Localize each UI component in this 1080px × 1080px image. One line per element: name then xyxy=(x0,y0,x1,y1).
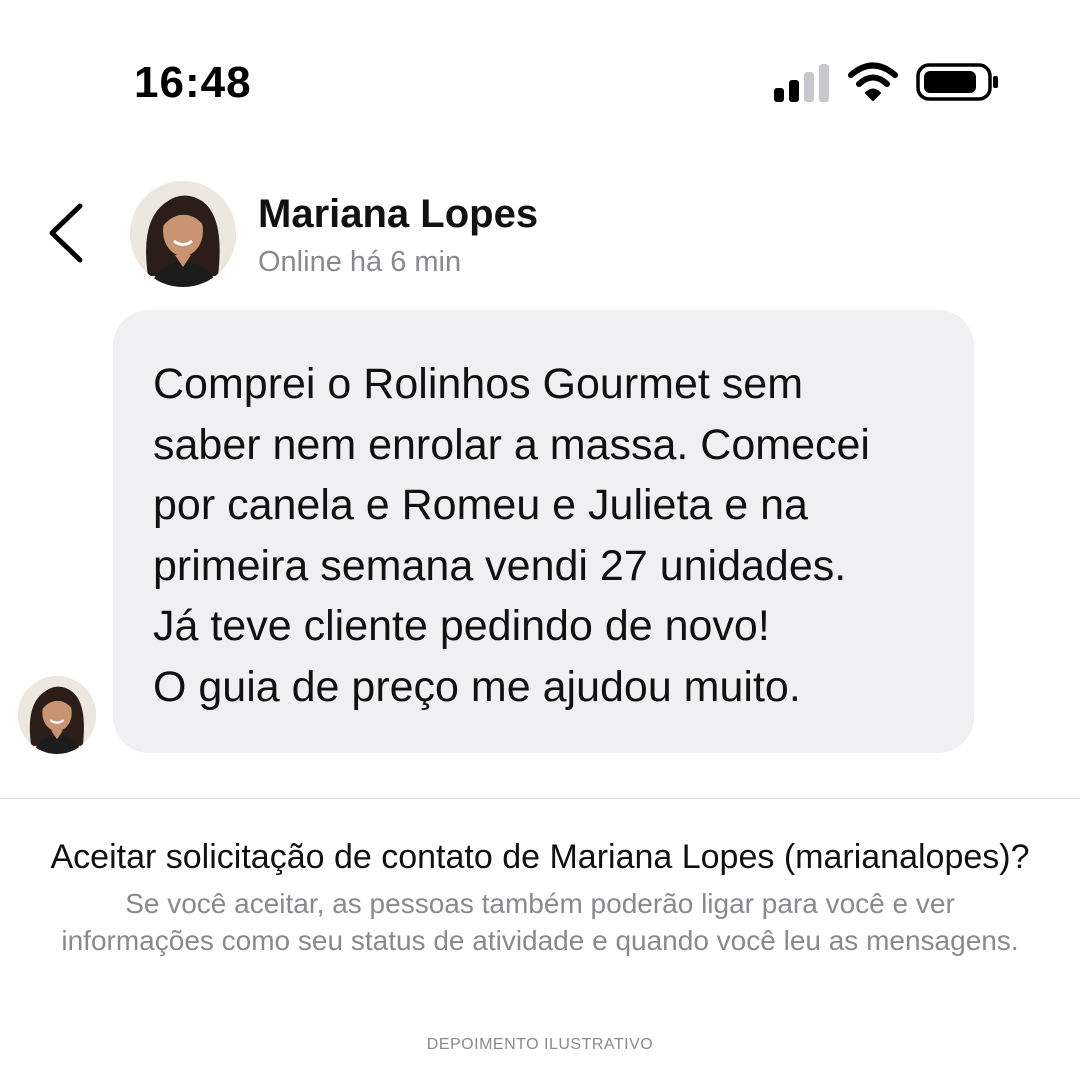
request-description: Se você aceitar, as pessoas também poder… xyxy=(61,888,1019,956)
avatar-photo xyxy=(130,181,236,287)
message-bubble[interactable]: Comprei o Rolinhos Gourmet sem saber nem… xyxy=(113,310,974,753)
request-title: Aceitar solicitação de contato de Marian… xyxy=(50,838,1030,876)
battery-icon xyxy=(916,63,998,101)
cellular-signal-icon xyxy=(774,64,829,102)
contact-avatar[interactable] xyxy=(130,181,236,287)
status-time: 16:48 xyxy=(134,58,252,107)
contact-name[interactable]: Mariana Lopes xyxy=(258,192,538,237)
sender-avatar[interactable] xyxy=(18,676,96,754)
message-text: Comprei o Rolinhos Gourmet sem saber nem… xyxy=(153,360,870,711)
status-icons xyxy=(770,60,1000,104)
back-button[interactable] xyxy=(44,200,88,266)
wifi-icon xyxy=(848,62,898,101)
illustrative-note: DEPOIMENTO ILUSTRATIVO xyxy=(426,1036,654,1053)
chat-screen: 16:48 Mariana Lopes Online há 6 min Comp… xyxy=(0,0,1080,1080)
contact-status: Online há 6 min xyxy=(258,246,462,278)
divider xyxy=(0,798,1080,799)
avatar-photo xyxy=(18,676,96,754)
